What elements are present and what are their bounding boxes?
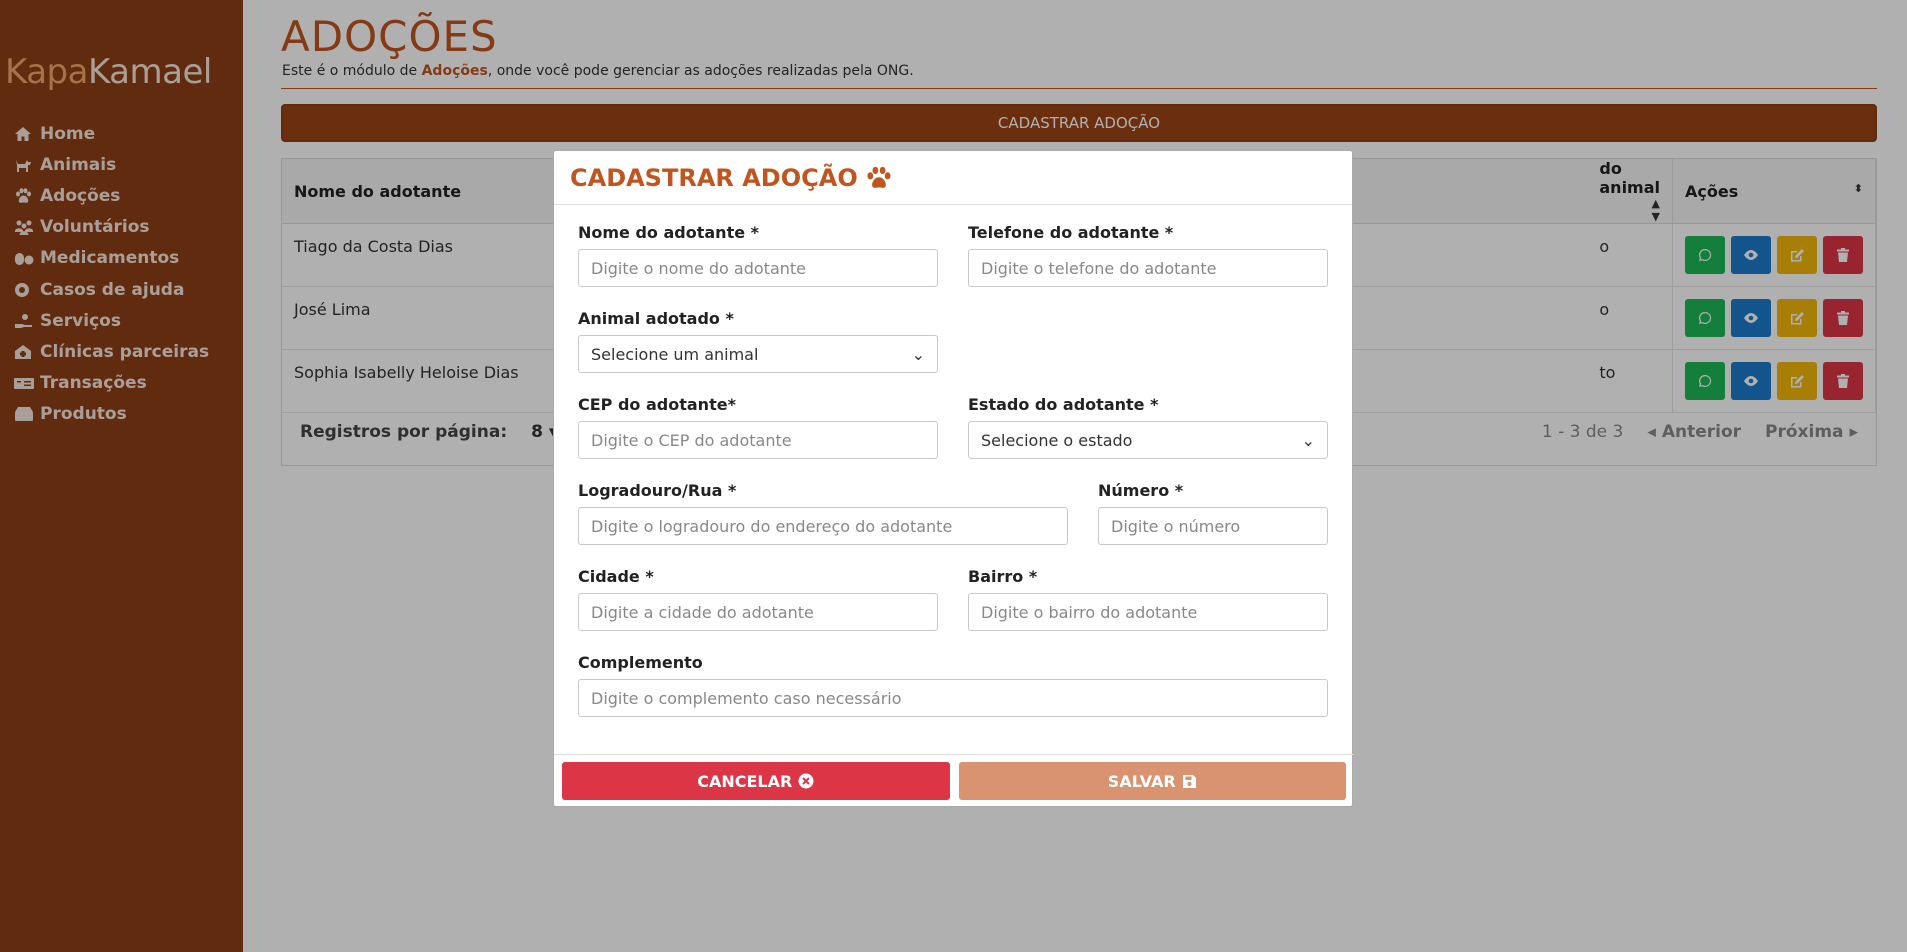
- state-select-value: Selecione o estado: [981, 430, 1133, 450]
- modal-footer: CANCELAR SALVAR: [554, 754, 1354, 808]
- save-label: SALVAR: [1107, 771, 1176, 791]
- label-bairro: Bairro *: [968, 567, 1038, 586]
- adopter-name-input[interactable]: [578, 249, 938, 287]
- label-numero: Número *: [1098, 481, 1184, 500]
- register-adoption-modal: CADASTRAR ADOÇÃO Nome do adotante * Tele…: [553, 150, 1354, 808]
- modal-header: CADASTRAR ADOÇÃO: [554, 151, 1352, 205]
- adopter-phone-input[interactable]: [968, 249, 1328, 287]
- label-complemento: Complemento: [578, 653, 703, 672]
- city-input[interactable]: [578, 593, 938, 631]
- number-input[interactable]: [1098, 507, 1328, 545]
- label-animal: Animal adotado *: [578, 309, 734, 328]
- cancel-label: CANCELAR: [697, 771, 793, 791]
- complement-input[interactable]: [578, 679, 1328, 717]
- field-bairro: Bairro *: [968, 563, 1328, 631]
- field-cep: CEP do adotante*: [578, 391, 938, 459]
- cancel-button[interactable]: CANCELAR: [562, 762, 950, 800]
- cep-input[interactable]: [578, 421, 938, 459]
- state-select[interactable]: Selecione o estado ⌄: [968, 421, 1328, 459]
- save-icon: [1182, 774, 1196, 788]
- label-logradouro: Logradouro/Rua *: [578, 481, 737, 500]
- label-telefone: Telefone do adotante *: [968, 223, 1174, 242]
- field-complemento: Complemento: [578, 649, 1328, 717]
- label-nome: Nome do adotante *: [578, 223, 760, 242]
- label-cep: CEP do adotante*: [578, 395, 736, 414]
- label-cidade: Cidade *: [578, 567, 654, 586]
- field-estado: Estado do adotante * Selecione o estado ⌄: [968, 391, 1328, 459]
- field-nome: Nome do adotante *: [578, 219, 938, 287]
- close-circle-icon: [798, 773, 814, 789]
- animal-select[interactable]: Selecione um animal ⌄: [578, 335, 938, 373]
- animal-select-value: Selecione um animal: [591, 344, 759, 364]
- save-button[interactable]: SALVAR: [958, 762, 1346, 800]
- street-input[interactable]: [578, 507, 1068, 545]
- chevron-down-icon: ⌄: [1301, 430, 1315, 450]
- paw-icon: [866, 166, 892, 190]
- field-telefone: Telefone do adotante *: [968, 219, 1328, 287]
- label-estado: Estado do adotante *: [968, 395, 1159, 414]
- chevron-down-icon: ⌄: [911, 344, 925, 364]
- field-cidade: Cidade *: [578, 563, 938, 631]
- modal-title: CADASTRAR ADOÇÃO: [570, 163, 858, 192]
- field-logradouro: Logradouro/Rua *: [578, 477, 1068, 545]
- field-animal: Animal adotado * Selecione um animal ⌄: [578, 305, 938, 373]
- field-numero: Número *: [1098, 477, 1328, 545]
- neighborhood-input[interactable]: [968, 593, 1328, 631]
